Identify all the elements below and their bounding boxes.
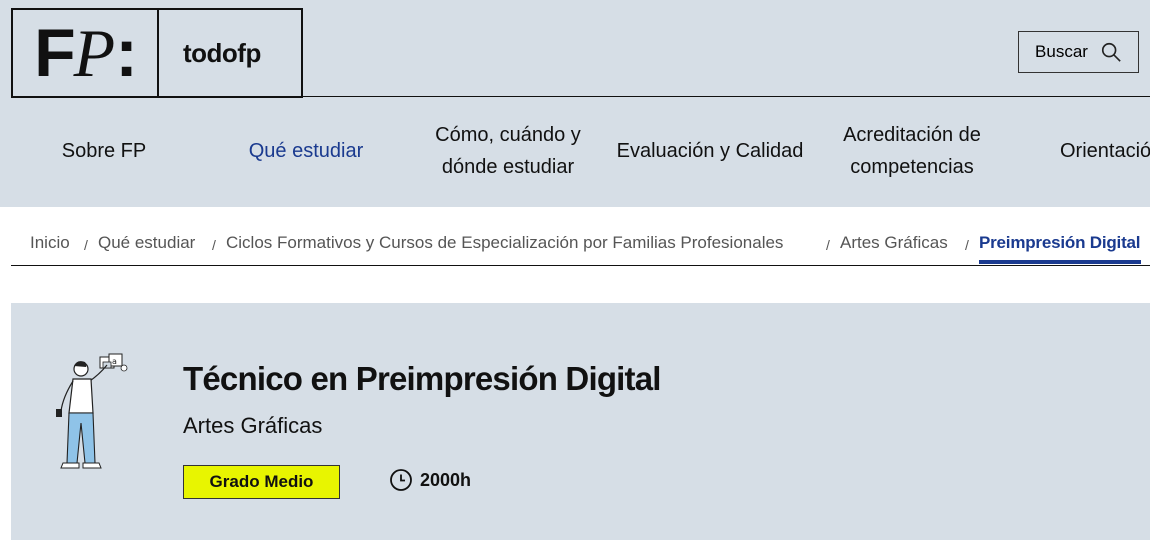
person-holding-prints-illustration: a (56, 353, 128, 469)
site-header: FP: todofp Buscar Sobre FP Qué estudiar … (0, 0, 1150, 207)
breadcrumb-current: Preimpresión Digital (979, 233, 1141, 252)
logo-mark: FP: (13, 10, 159, 96)
header-divider (303, 96, 1150, 97)
course-title: Técnico en Preimpresión Digital (183, 360, 661, 397)
breadcrumb-que-estudiar[interactable]: Qué estudiar (98, 233, 195, 253)
svg-text:a: a (112, 357, 117, 366)
nav-item-evaluacion-calidad[interactable]: Evaluación y Calidad (610, 118, 810, 184)
breadcrumb-separator: / (84, 237, 88, 253)
breadcrumb-artes-graficas[interactable]: Artes Gráficas (840, 233, 948, 253)
search-button[interactable]: Buscar (1018, 31, 1139, 73)
breadcrumb-separator: / (965, 237, 969, 253)
breadcrumb: Inicio / Qué estudiar / Ciclos Formativo… (0, 207, 1150, 267)
breadcrumb-separator: / (212, 237, 216, 253)
breadcrumb-ciclos-formativos[interactable]: Ciclos Formativos y Cursos de Especializ… (226, 233, 783, 253)
nav-item-orientacion[interactable]: Orientación (1060, 118, 1150, 184)
nav-item-que-estudiar[interactable]: Qué estudiar (206, 118, 406, 184)
logo-text: todofp (183, 37, 261, 68)
nav-item-acreditacion[interactable]: Acreditación de competencias (812, 118, 1012, 184)
breadcrumb-inicio[interactable]: Inicio (30, 233, 70, 253)
breadcrumb-divider (11, 265, 1150, 266)
site-logo[interactable]: FP: todofp (11, 8, 303, 98)
course-hero: a Técnico en Preimpresión Digital Artes … (11, 303, 1150, 540)
clock-icon (390, 469, 412, 491)
search-label: Buscar (1035, 42, 1088, 61)
nav-item-sobre-fp[interactable]: Sobre FP (4, 118, 204, 184)
course-family: Artes Gráficas (183, 413, 323, 438)
course-hours: 2000h (420, 469, 472, 490)
level-badge: Grado Medio (183, 465, 340, 499)
breadcrumb-separator: / (826, 237, 830, 253)
course-duration: 2000h (389, 468, 471, 492)
breadcrumb-active-underline (979, 260, 1141, 264)
nav-item-como-cuando-donde[interactable]: Cómo, cuándo y dónde estudiar (408, 118, 608, 184)
page: FP: todofp Buscar Sobre FP Qué estudiar … (0, 0, 1150, 540)
search-icon (1101, 42, 1121, 62)
